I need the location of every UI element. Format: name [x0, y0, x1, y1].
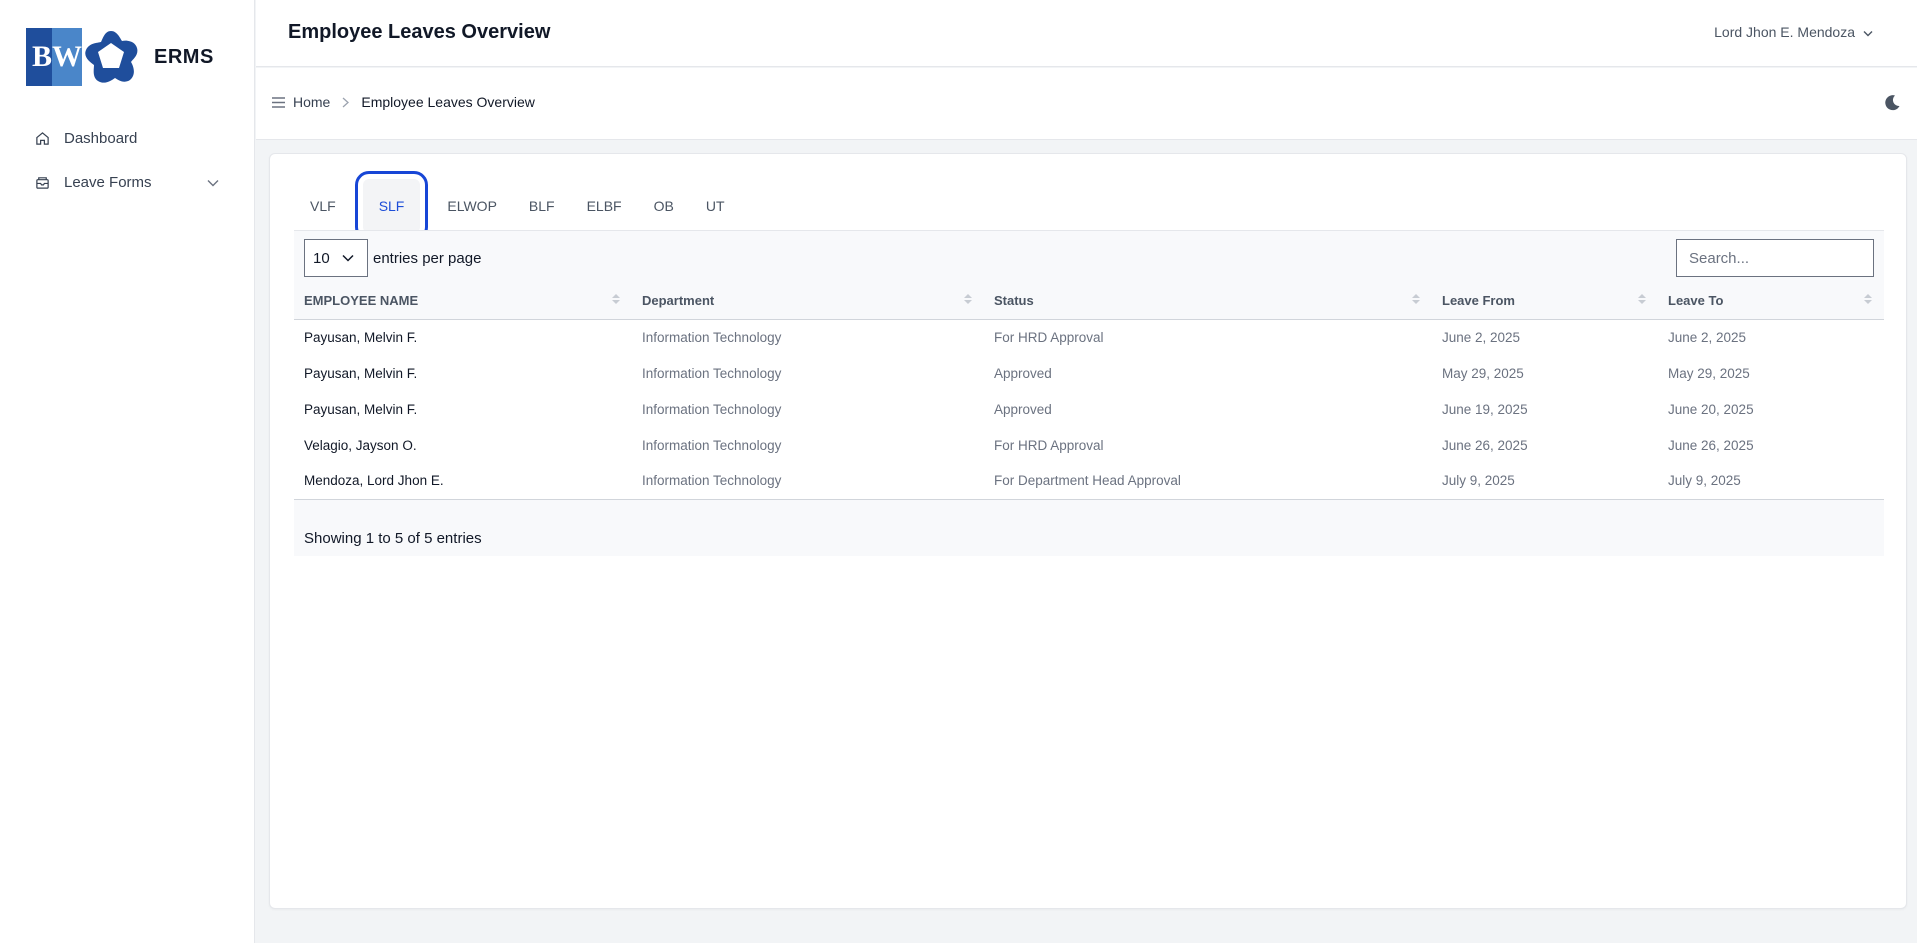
sidebar: B W ERMS Dashboard Leave Forms	[0, 0, 255, 943]
brand[interactable]: B W ERMS	[26, 28, 214, 86]
cell-leave-to: May 29, 2025	[1658, 355, 1884, 391]
tab-blf[interactable]: BLF	[514, 180, 570, 232]
tab-slf[interactable]: SLF	[354, 170, 429, 241]
column-label: Status	[994, 293, 1034, 309]
sidebar-nav: Dashboard Leave Forms	[0, 116, 255, 204]
tab-elbf[interactable]: ELBF	[572, 180, 637, 232]
cell-leave-from: June 26, 2025	[1432, 427, 1658, 463]
cell-employee-name: Velagio, Jayson O.	[294, 427, 632, 463]
flower-logo-icon	[85, 31, 138, 83]
cell-leave-to: June 2, 2025	[1658, 319, 1884, 355]
page-title: Employee Leaves Overview	[288, 21, 551, 43]
cell-status: For HRD Approval	[984, 427, 1432, 463]
column-header-employee-name[interactable]: EMPLOYEE NAME	[294, 283, 632, 320]
cell-leave-from: June 2, 2025	[1432, 319, 1658, 355]
home-icon	[34, 130, 50, 146]
search-input[interactable]	[1676, 239, 1874, 277]
sidebar-item-label: Leave Forms	[64, 173, 152, 191]
cell-department: Information Technology	[632, 391, 984, 427]
breadcrumb-current: Employee Leaves Overview	[361, 94, 535, 110]
table-info: Showing 1 to 5 of 5 entries	[304, 530, 482, 547]
cell-employee-name: Mendoza, Lord Jhon E.	[294, 463, 632, 500]
column-header-leave-from[interactable]: Leave From	[1432, 283, 1658, 320]
cell-leave-from: May 29, 2025	[1432, 355, 1658, 391]
inbox-icon	[34, 174, 50, 190]
leave-type-tabs: VLF SLF ELWOP BLF ELBF OB UT	[295, 170, 742, 241]
sort-icon	[1864, 294, 1872, 304]
column-label: Leave To	[1668, 293, 1724, 309]
breadcrumb-home[interactable]: Home	[293, 94, 330, 110]
table-row[interactable]: Payusan, Melvin F. Information Technolog…	[294, 319, 1884, 355]
chevron-right-icon	[342, 97, 350, 108]
brand-name: ERMS	[154, 45, 214, 68]
tab-elwop[interactable]: ELWOP	[432, 180, 512, 232]
cell-leave-from: June 19, 2025	[1432, 391, 1658, 427]
column-header-leave-to[interactable]: Leave To	[1658, 283, 1884, 320]
hamburger-icon[interactable]	[272, 96, 285, 108]
cell-leave-to: July 9, 2025	[1658, 463, 1884, 500]
cell-employee-name: Payusan, Melvin F.	[294, 319, 632, 355]
top-header: Employee Leaves Overview Lord Jhon E. Me…	[256, 0, 1917, 67]
sidebar-item-dashboard[interactable]: Dashboard	[0, 116, 255, 160]
sort-icon	[1412, 294, 1420, 304]
logo-letter-w: W	[52, 28, 82, 86]
sidebar-item-leave-forms[interactable]: Leave Forms	[0, 160, 255, 204]
chevron-down-icon	[207, 174, 219, 191]
breadcrumb: Home Employee Leaves Overview	[272, 94, 535, 110]
sidebar-item-label: Dashboard	[64, 129, 138, 147]
cell-status: For Department Head Approval	[984, 463, 1432, 500]
cell-status: Approved	[984, 355, 1432, 391]
table-row[interactable]: Velagio, Jayson O. Information Technolog…	[294, 427, 1884, 463]
cell-employee-name: Payusan, Melvin F.	[294, 391, 632, 427]
moon-icon[interactable]	[1884, 94, 1901, 116]
cell-department: Information Technology	[632, 355, 984, 391]
cell-leave-to: June 26, 2025	[1658, 427, 1884, 463]
tab-ob[interactable]: OB	[639, 180, 689, 232]
cell-department: Information Technology	[632, 427, 984, 463]
column-header-status[interactable]: Status	[984, 283, 1432, 320]
column-label: Leave From	[1442, 293, 1515, 309]
user-name: Lord Jhon E. Mendoza	[1714, 24, 1855, 40]
cell-status: Approved	[984, 391, 1432, 427]
cell-status: For HRD Approval	[984, 319, 1432, 355]
user-menu[interactable]: Lord Jhon E. Mendoza	[1714, 24, 1873, 40]
breadcrumb-bar: Home Employee Leaves Overview	[256, 68, 1917, 140]
tab-ut[interactable]: UT	[691, 180, 740, 232]
column-header-department[interactable]: Department	[632, 283, 984, 320]
entries-per-page-select[interactable]: 10	[304, 239, 368, 277]
sort-icon	[964, 294, 972, 304]
tab-vlf[interactable]: VLF	[295, 180, 351, 232]
per-page-value: 10	[313, 249, 330, 267]
sort-icon	[1638, 294, 1646, 304]
table-row[interactable]: Payusan, Melvin F. Information Technolog…	[294, 355, 1884, 391]
chevron-down-icon	[342, 254, 354, 262]
brand-logo: B W	[26, 28, 82, 86]
per-page-label: entries per page	[373, 249, 482, 267]
leaves-table: EMPLOYEE NAME Department Status Leave Fr…	[294, 283, 1884, 500]
chevron-down-icon	[1863, 24, 1873, 40]
cell-department: Information Technology	[632, 319, 984, 355]
cell-leave-to: June 20, 2025	[1658, 391, 1884, 427]
sort-icon	[612, 294, 620, 304]
leaves-table-section: 10 entries per page EMPLOYEE NAME Depart…	[294, 230, 1884, 556]
column-label: EMPLOYEE NAME	[304, 293, 419, 309]
cell-department: Information Technology	[632, 463, 984, 500]
cell-employee-name: Payusan, Melvin F.	[294, 355, 632, 391]
table-header-row: EMPLOYEE NAME Department Status Leave Fr…	[294, 283, 1884, 320]
table-row[interactable]: Payusan, Melvin F. Information Technolog…	[294, 391, 1884, 427]
table-controls: 10 entries per page	[304, 239, 1874, 277]
column-label: Department	[642, 293, 715, 309]
leaves-card: VLF SLF ELWOP BLF ELBF OB UT 10 entries …	[269, 153, 1907, 909]
table-row[interactable]: Mendoza, Lord Jhon E. Information Techno…	[294, 463, 1884, 500]
cell-leave-from: July 9, 2025	[1432, 463, 1658, 500]
logo-letter-b: B	[26, 28, 52, 86]
